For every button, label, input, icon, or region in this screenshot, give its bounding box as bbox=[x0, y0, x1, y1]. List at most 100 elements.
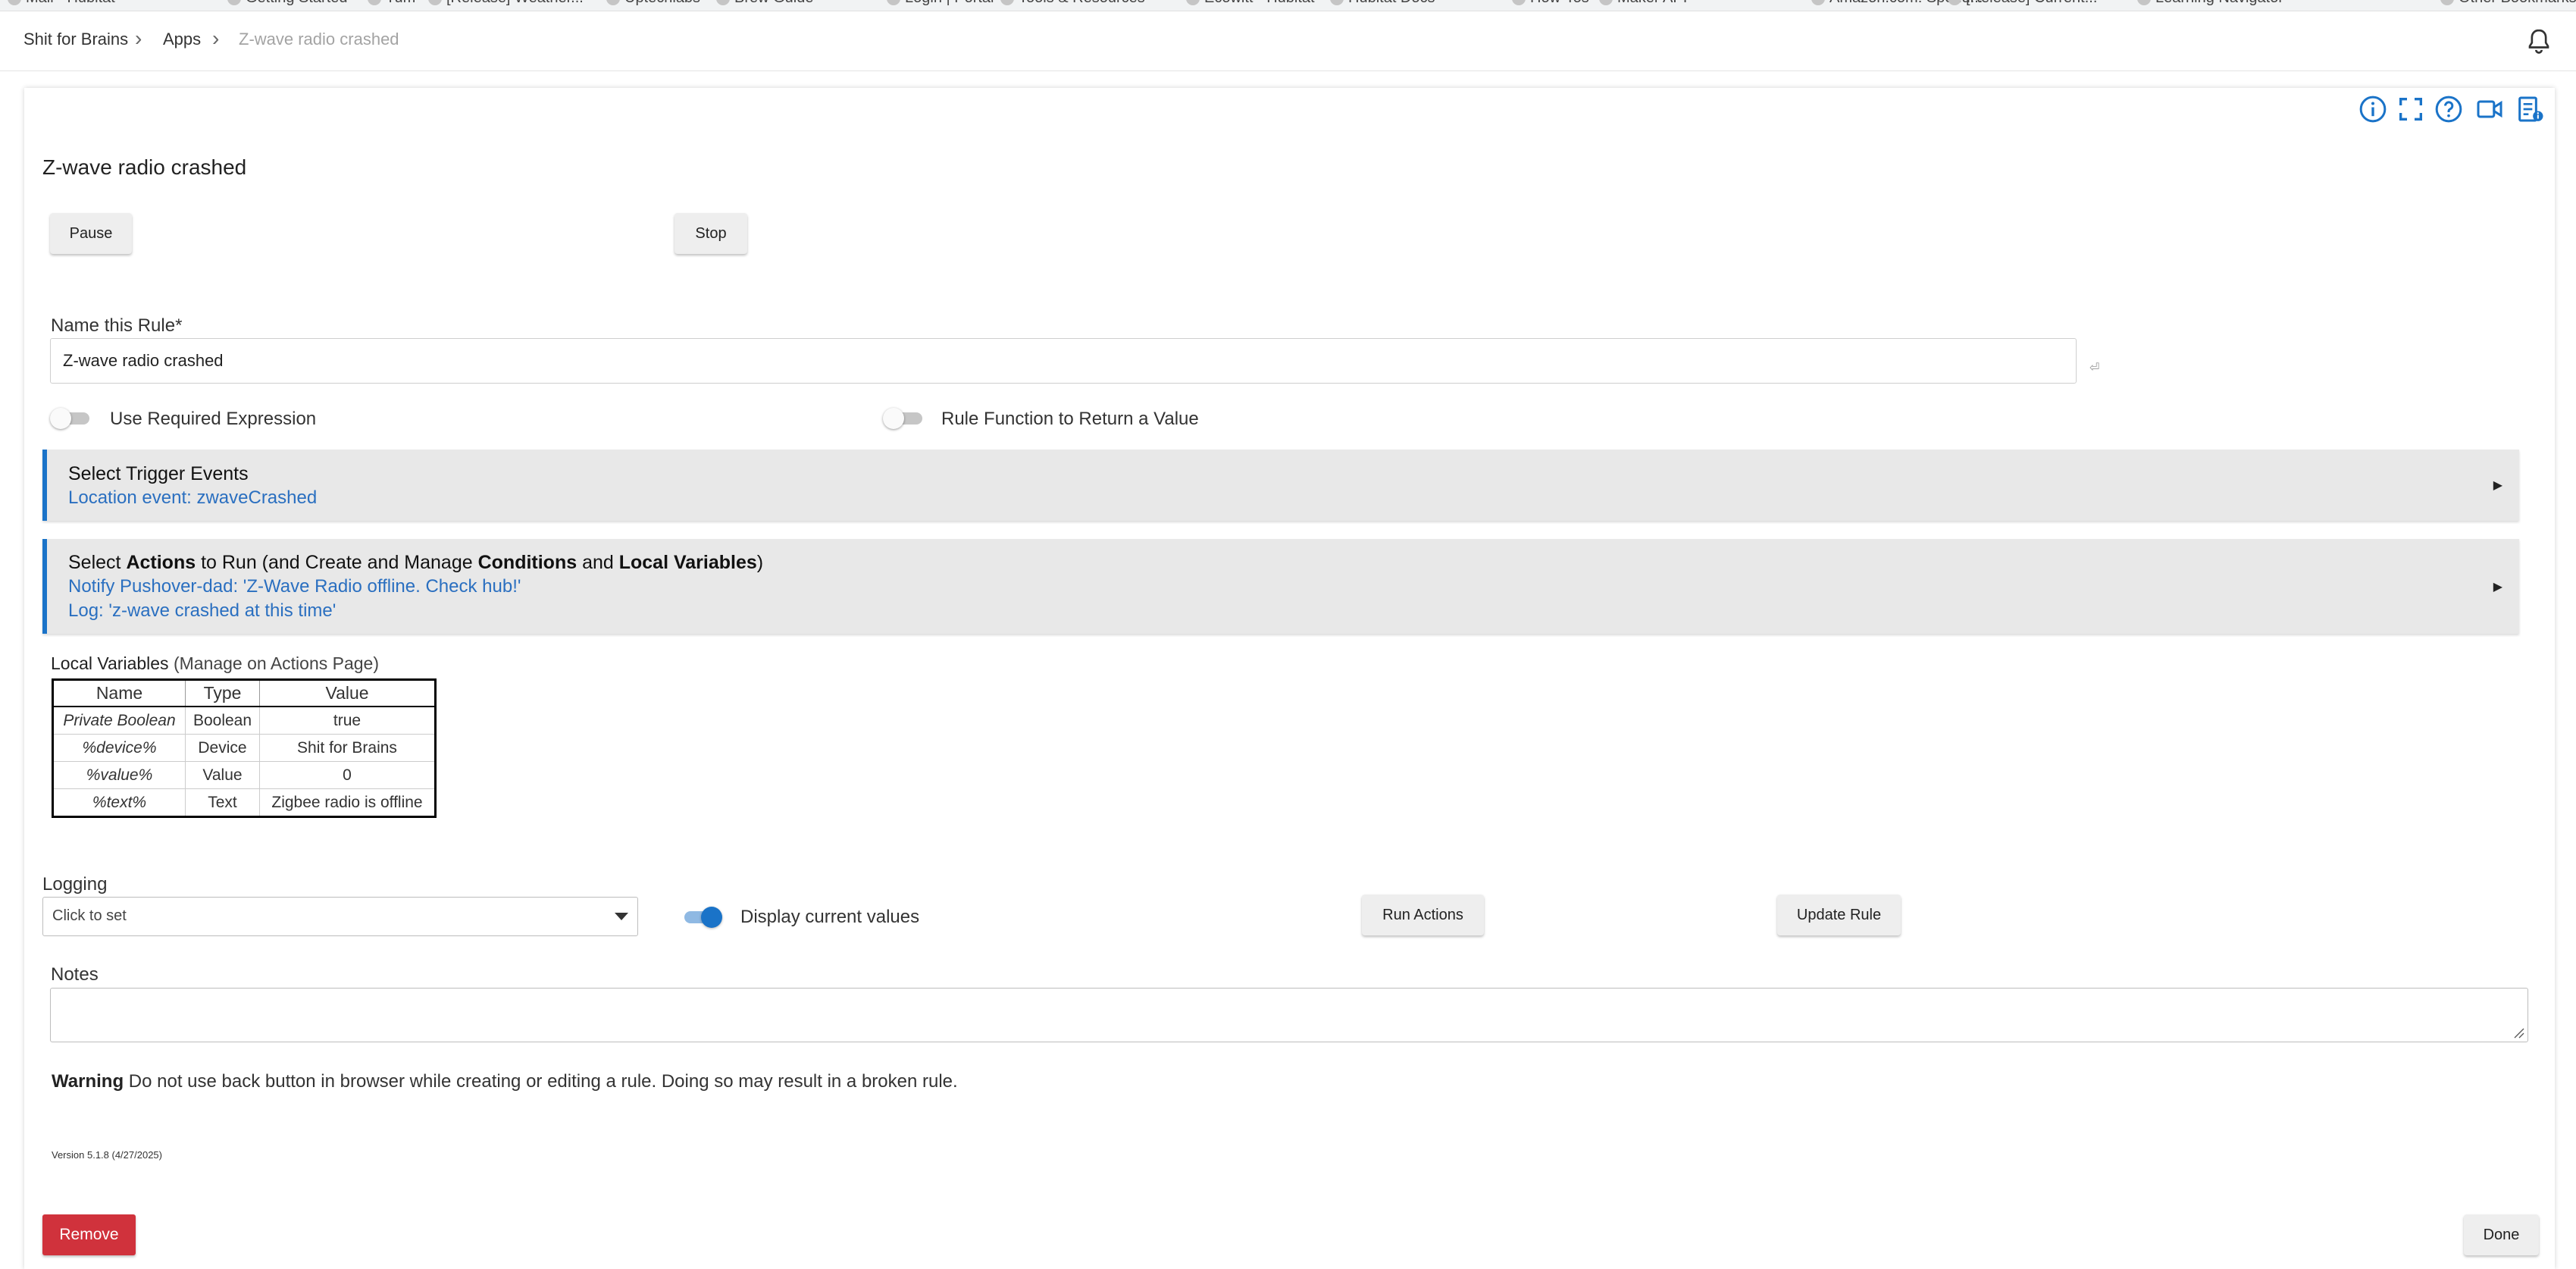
bookmark-item[interactable]: [Release] Weather... bbox=[428, 0, 584, 6]
version-text: Version 5.1.8 (4/27/2025) bbox=[52, 1149, 162, 1161]
breadcrumb-apps[interactable]: Apps bbox=[163, 30, 201, 49]
warning-text: Warning Do not use back button in browse… bbox=[52, 1071, 958, 1092]
app-status-icon[interactable] bbox=[2515, 94, 2545, 124]
variable-type: Device bbox=[185, 734, 260, 762]
run-actions-button[interactable]: Run Actions bbox=[1362, 895, 1484, 935]
column-header: Type bbox=[185, 679, 260, 707]
required-expression-label: Use Required Expression bbox=[110, 409, 317, 429]
variable-name: %value% bbox=[52, 761, 186, 789]
bell-icon[interactable] bbox=[2524, 27, 2554, 57]
variable-value: true bbox=[259, 706, 436, 735]
table-header-row: Name Type Value bbox=[52, 679, 436, 707]
required-expression-toggle[interactable] bbox=[50, 408, 91, 429]
display-current-values-label: Display current values bbox=[740, 907, 920, 927]
resize-grip-icon[interactable] bbox=[2511, 1025, 2524, 1039]
expand-arrow-icon[interactable]: ▶ bbox=[2493, 478, 2502, 493]
bookmark-favicon-icon bbox=[1811, 0, 1825, 5]
column-header: Value bbox=[259, 679, 436, 707]
video-icon[interactable] bbox=[2474, 94, 2505, 124]
bookmark-favicon-icon bbox=[2440, 0, 2454, 5]
rule-name-input[interactable] bbox=[50, 338, 2077, 384]
logging-label: Logging bbox=[42, 874, 108, 895]
variable-name: Private Boolean bbox=[52, 706, 186, 735]
chevron-right-icon: › bbox=[135, 27, 142, 50]
bookmark-item[interactable]: Tum bbox=[368, 0, 415, 6]
chevron-right-icon: › bbox=[212, 27, 220, 50]
toggle-knob bbox=[883, 408, 904, 429]
action-line: Log: 'z-wave crashed at this time' bbox=[68, 600, 336, 621]
bookmark-item[interactable]: Hubitat Docs bbox=[1330, 0, 1435, 6]
bookmark-item[interactable]: Brew Guide bbox=[716, 0, 814, 6]
variable-name: %device% bbox=[52, 734, 186, 762]
variable-type: Value bbox=[185, 761, 260, 789]
variable-type: Text bbox=[185, 788, 260, 817]
local-variables-table: Name Type Value Private Boolean Boolean … bbox=[52, 678, 437, 818]
logging-select-value: Click to set bbox=[52, 907, 127, 924]
actions-heading: Select Actions to Run (and Create and Ma… bbox=[68, 552, 764, 573]
bookmark-item[interactable]: Uptechlabs bbox=[606, 0, 700, 6]
display-current-values-toggle[interactable] bbox=[681, 907, 722, 928]
enter-icon: ⏎ bbox=[2089, 362, 2100, 374]
bookmark-favicon-icon bbox=[1186, 0, 1200, 5]
app-header: Shit for Brains › Apps › Z-wave radio cr… bbox=[0, 11, 2576, 71]
column-header: Name bbox=[52, 679, 186, 707]
breadcrumb-hub[interactable]: Shit for Brains bbox=[23, 30, 128, 49]
rule-function-label: Rule Function to Return a Value bbox=[941, 409, 1199, 429]
trigger-event-summary: Location event: zwaveCrashed bbox=[68, 487, 318, 508]
trigger-events-heading: Select Trigger Events bbox=[68, 463, 249, 484]
notes-label: Notes bbox=[51, 964, 99, 985]
rule-name-label: Name this Rule* bbox=[51, 315, 183, 336]
toggle-knob bbox=[50, 408, 71, 429]
page-title: Z-wave radio crashed bbox=[42, 155, 247, 179]
rule-function-toggle[interactable] bbox=[883, 408, 924, 429]
table-row: Private Boolean Boolean true bbox=[52, 706, 436, 735]
bookmark-favicon-icon bbox=[227, 0, 241, 5]
bookmark-item[interactable]: Maker API bbox=[1599, 0, 1687, 6]
bookmark-item[interactable]: Ecowitt - Hubitat bbox=[1186, 0, 1315, 6]
variable-name: %text% bbox=[52, 788, 186, 817]
bookmark-favicon-icon bbox=[887, 0, 900, 5]
bookmark-favicon-icon bbox=[1330, 0, 1344, 5]
bookmark-favicon-icon bbox=[1948, 0, 1961, 5]
variable-type: Boolean bbox=[185, 706, 260, 735]
toggle-knob bbox=[701, 907, 722, 928]
done-button[interactable]: Done bbox=[2464, 1214, 2539, 1255]
bookmark-favicon-icon bbox=[716, 0, 730, 5]
remove-button[interactable]: Remove bbox=[42, 1214, 136, 1255]
bookmark-item[interactable]: Mail - Hubitat bbox=[8, 0, 115, 6]
variable-value: Zigbee radio is offline bbox=[259, 788, 436, 817]
bookmark-item[interactable]: Tools & Resources bbox=[1000, 0, 1145, 6]
logging-select[interactable]: Click to set bbox=[42, 897, 638, 936]
help-icon[interactable] bbox=[2434, 94, 2464, 124]
caret-down-icon bbox=[615, 913, 628, 920]
bookmark-favicon-icon bbox=[2137, 0, 2151, 5]
bookmark-item[interactable]: [Release] Current... bbox=[1948, 0, 2097, 6]
bookmark-item[interactable]: How-Tos bbox=[1512, 0, 1589, 6]
table-row: %value% Value 0 bbox=[52, 761, 436, 789]
action-line: Notify Pushover-dad: 'Z-Wave Radio offli… bbox=[68, 576, 521, 597]
variable-value: Shit for Brains bbox=[259, 734, 436, 762]
bookmark-favicon-icon bbox=[1599, 0, 1613, 5]
bookmarks-bar: Mail - Hubitat Getting Started Tum [Rele… bbox=[0, 0, 2576, 11]
local-variables-title: Local Variables (Manage on Actions Page) bbox=[51, 653, 380, 673]
bookmark-item[interactable]: Learning Navigator bbox=[2137, 0, 2283, 6]
bookmark-favicon-icon bbox=[1512, 0, 1526, 5]
stop-button[interactable]: Stop bbox=[675, 213, 747, 254]
bookmark-item[interactable]: Other Bookmarks bbox=[2440, 0, 2576, 6]
expand-arrow-icon[interactable]: ▶ bbox=[2493, 579, 2502, 594]
variable-value: 0 bbox=[259, 761, 436, 789]
bookmark-favicon-icon bbox=[368, 0, 381, 5]
trigger-events-section[interactable]: Select Trigger Events Location event: zw… bbox=[42, 450, 2519, 521]
bookmark-favicon-icon bbox=[606, 0, 620, 5]
info-icon[interactable] bbox=[2358, 94, 2388, 124]
notes-textarea[interactable] bbox=[50, 988, 2528, 1042]
update-rule-button[interactable]: Update Rule bbox=[1777, 895, 1901, 935]
bookmark-item[interactable]: Getting Started bbox=[227, 0, 348, 6]
bookmark-favicon-icon bbox=[8, 0, 21, 5]
actions-section[interactable]: Select Actions to Run (and Create and Ma… bbox=[42, 539, 2519, 634]
table-row: %text% Text Zigbee radio is offline bbox=[52, 788, 436, 817]
bookmark-item[interactable]: Login | Portal bbox=[887, 0, 994, 6]
breadcrumb-current: Z-wave radio crashed bbox=[239, 30, 399, 49]
fullscreen-icon[interactable] bbox=[2396, 94, 2426, 124]
pause-button[interactable]: Pause bbox=[50, 213, 132, 254]
